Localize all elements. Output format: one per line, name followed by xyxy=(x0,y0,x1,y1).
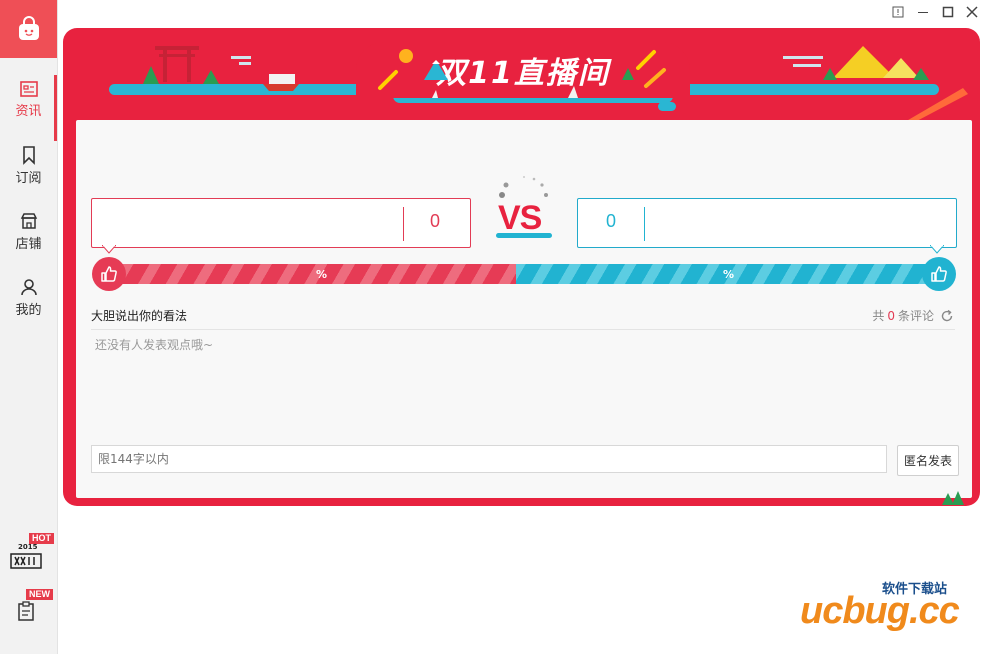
vs-underline xyxy=(496,233,552,238)
promo-year-label: 2015 xyxy=(18,543,38,551)
comments-title: 大胆说出你的看法 xyxy=(91,309,188,323)
thumbs-up-icon xyxy=(931,266,947,282)
right-box-divider xyxy=(644,207,645,241)
sidebar-item-label: 店铺 xyxy=(15,236,42,252)
new-badge: NEW xyxy=(26,589,53,600)
minimize-icon[interactable] xyxy=(915,4,931,20)
promo-clipboard[interactable]: NEW xyxy=(14,589,54,624)
maximize-icon[interactable] xyxy=(940,4,956,20)
comment-count: 共 0 条评论 xyxy=(872,307,954,324)
right-like-button[interactable] xyxy=(922,257,956,291)
empty-comments-message: 还没有人发表观点哦~ xyxy=(95,338,214,352)
app-logo[interactable] xyxy=(0,0,57,58)
comment-count-suffix: 条评论 xyxy=(897,309,934,323)
clipboard-icon xyxy=(18,601,34,621)
refresh-icon[interactable] xyxy=(940,309,954,323)
vs-emblem: VS xyxy=(494,175,554,239)
left-side-box: 0 xyxy=(91,198,471,254)
corner-tree-decoration xyxy=(942,491,964,505)
sidebar-item-label: 我的 xyxy=(15,302,42,318)
sidebar: 资讯 订阅 店铺 我的 HOT 2015 NEW xyxy=(0,0,58,654)
comment-count-number: 0 xyxy=(887,308,895,323)
close-icon[interactable] xyxy=(964,4,980,20)
user-icon xyxy=(20,278,37,295)
left-like-button[interactable] xyxy=(92,257,126,291)
window-warning-icon[interactable] xyxy=(890,4,906,20)
comment-input[interactable] xyxy=(91,445,887,473)
sidebar-item-shop[interactable]: 店铺 xyxy=(0,199,57,263)
watermark: 软件下载站 ucbug.cc xyxy=(800,578,986,638)
sidebar-item-subscribe[interactable]: 订阅 xyxy=(0,133,57,197)
news-icon xyxy=(19,80,38,97)
comments-divider xyxy=(91,329,955,330)
left-vote-count: 0 xyxy=(430,211,441,231)
right-side-box: 0 xyxy=(577,198,957,254)
right-percent-label: % xyxy=(723,268,735,281)
sidebar-item-mine[interactable]: 我的 xyxy=(0,265,57,329)
watermark-text: ucbug.cc xyxy=(800,590,960,632)
banner-decorations xyxy=(378,49,666,98)
anonymous-submit-button[interactable]: 匿名发表 xyxy=(897,445,959,476)
sidebar-item-label: 资讯 xyxy=(15,103,42,119)
thumbs-up-icon xyxy=(101,266,117,282)
left-percent-label: % xyxy=(316,268,328,281)
right-vote-count: 0 xyxy=(606,211,617,231)
promo-double11[interactable]: HOT 2015 xyxy=(10,533,54,570)
shop-icon xyxy=(20,212,37,229)
left-box-pointer xyxy=(102,245,116,254)
sidebar-item-news[interactable]: 资讯 xyxy=(0,67,57,141)
bookmark-icon xyxy=(22,145,35,165)
left-box-divider xyxy=(403,207,404,241)
shopping-bag-icon xyxy=(18,16,39,40)
comment-count-prefix: 共 xyxy=(872,309,885,323)
right-box-pointer xyxy=(930,245,944,254)
sidebar-item-label: 订阅 xyxy=(15,170,42,186)
